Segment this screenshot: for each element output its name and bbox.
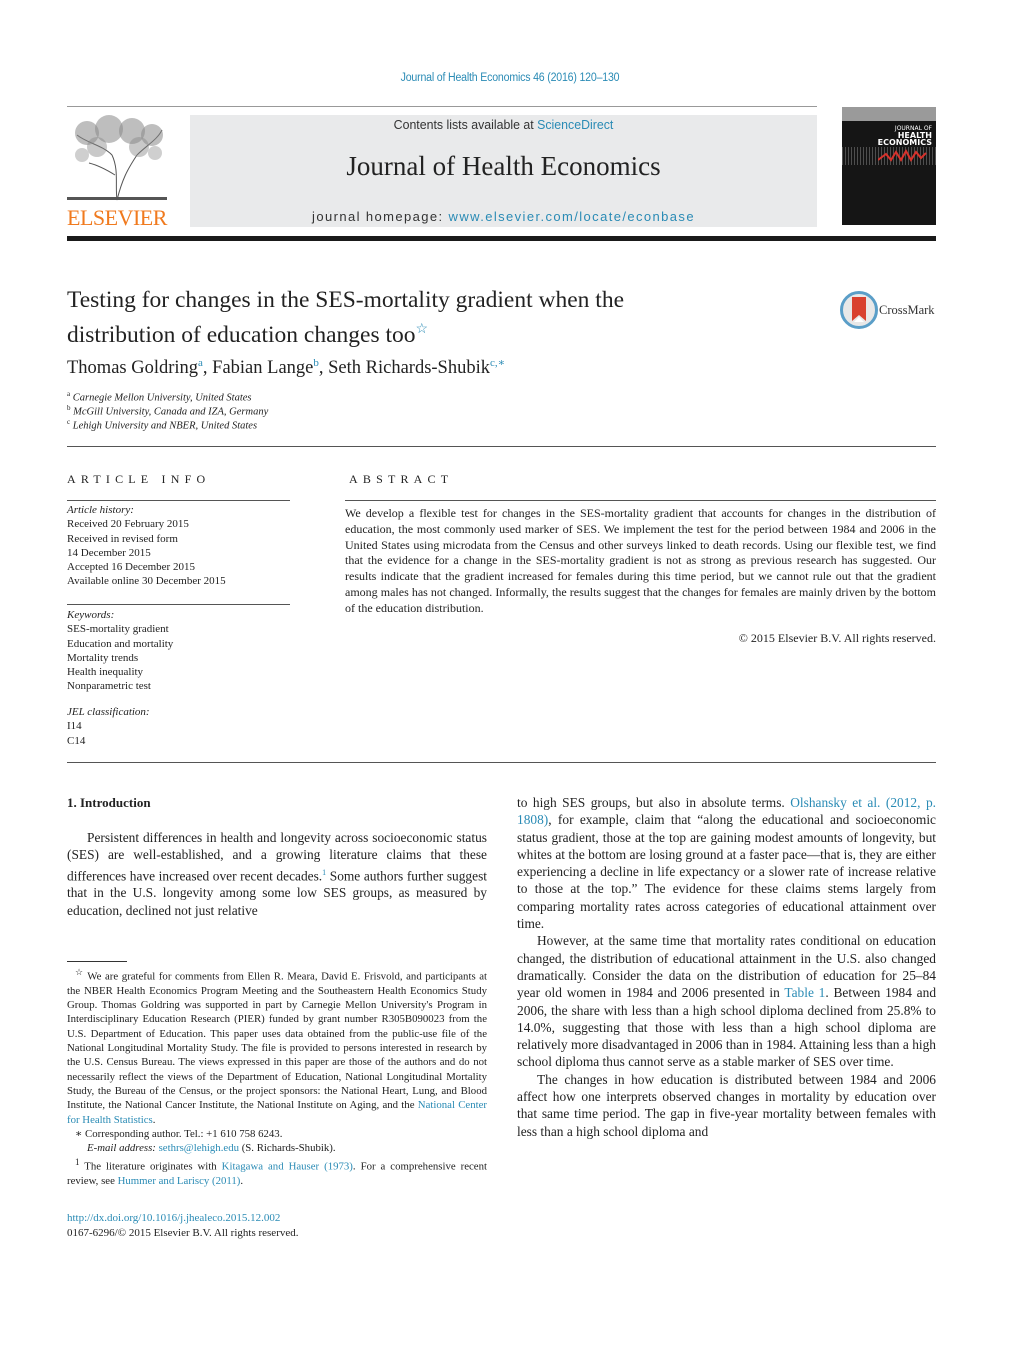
history-item: Available online 30 December 2015 [67, 575, 226, 588]
affiliation: a Carnegie Mellon University, United Sta… [67, 390, 252, 404]
affiliation-marker: a [67, 390, 71, 398]
footnotes: ☆ We are grateful for comments from Elle… [67, 965, 487, 1189]
body-column-right: to high SES groups, but also in absolute… [517, 794, 936, 1140]
star-footnote-icon: ☆ [75, 967, 84, 977]
journal-homepage-link[interactable]: www.elsevier.com/locate/econbase [449, 209, 695, 224]
email-label: E-mail address: [87, 1142, 156, 1155]
affiliation-text: Carnegie Mellon University, United State… [72, 392, 252, 404]
affiliation-marker: c [67, 418, 71, 426]
author-affiliation-marker[interactable]: c,∗ [490, 357, 505, 369]
author-list: Thomas Goldringa, Fabian Langeb, Seth Ri… [67, 357, 506, 378]
paragraph-text: to high SES groups, but also in absolute… [517, 795, 791, 810]
keyword-item: SES-mortality gradient [67, 623, 169, 636]
homepage-line: journal homepage: www.elsevier.com/locat… [190, 209, 817, 224]
history-item: Accepted 16 December 2015 [67, 561, 195, 574]
keywords-label: Keywords: [67, 609, 115, 621]
affiliation-text: McGill University, Canada and IZA, Germa… [73, 406, 269, 418]
affiliation: c Lehigh University and NBER, United Sta… [67, 418, 257, 432]
author-affiliation-marker[interactable]: a [198, 357, 203, 369]
title-footnote-star-icon[interactable]: ☆ [416, 322, 429, 337]
affiliation-text: Lehigh University and NBER, United State… [72, 420, 258, 432]
affiliation: b McGill University, Canada and IZA, Ger… [67, 404, 268, 418]
article-title: Testing for changes in the SES-mortality… [67, 286, 787, 350]
history-item: Received in revised form [67, 532, 178, 545]
keywords: Keywords: SES-mortality gradient Educati… [67, 608, 173, 694]
paragraph: Persistent differences in health and lon… [67, 829, 487, 919]
footnote-text: (S. Richards-Shubik). [239, 1142, 336, 1155]
paragraph: to high SES groups, but also in absolute… [517, 794, 936, 932]
doi-link[interactable]: http://dx.doi.org/10.1016/j.jhealeco.201… [67, 1212, 280, 1224]
contents-line: Contents lists available at ScienceDirec… [206, 117, 802, 132]
footnote-text: We are grateful for comments from Ellen … [67, 970, 487, 1112]
footnote-acknowledgment: ☆ We are grateful for comments from Elle… [67, 965, 487, 1127]
section-heading-introduction: 1. Introduction [67, 795, 151, 810]
footnote-rule [67, 961, 127, 962]
title-line-1: Testing for changes in the SES-mortality… [67, 287, 625, 313]
author-name[interactable]: Thomas Goldring [67, 358, 198, 378]
contents-prefix: Contents lists available at [393, 117, 538, 132]
header-thick-rule [67, 236, 936, 241]
keyword-item: Mortality trends [67, 651, 139, 664]
article-history-label: Article history: [67, 504, 134, 516]
citation-link[interactable]: Kitagawa and Hauser (1973) [222, 1161, 353, 1173]
tree-icon [67, 115, 167, 205]
paragraph: However, at the same time that mortality… [517, 932, 936, 1070]
article-history: Article history: Received 20 February 20… [67, 503, 226, 589]
section-rule [67, 446, 936, 447]
keyword-item: Health inequality [67, 666, 144, 679]
footnote-text: . [152, 1113, 156, 1126]
jel-code: I14 [67, 720, 82, 733]
article-info-heading: ARTICLE INFO [67, 472, 211, 486]
article-info-rule [67, 500, 290, 501]
article-info-rule [67, 604, 290, 605]
doi-block: http://dx.doi.org/10.1016/j.jhealeco.201… [67, 1211, 299, 1241]
table-1-link[interactable]: Table 1 [784, 985, 825, 1000]
abstract-text: We develop a flexible test for changes i… [345, 506, 936, 615]
journal-title: Journal of Health Economics [346, 151, 661, 181]
history-item: Received 20 February 2015 [67, 518, 189, 531]
jel-label: JEL classification: [67, 706, 150, 718]
citation-link[interactable]: Hummer and Lariscy (2011) [118, 1175, 241, 1187]
elsevier-wordmark: ELSEVIER [67, 205, 167, 230]
title-line-2: distribution of education changes too [67, 321, 416, 348]
homepage-prefix: journal homepage: [312, 209, 449, 224]
body-column-left: Persistent differences in health and lon… [67, 829, 487, 919]
journal-cover-thumbnail[interactable]: JOURNAL OF HEALTH ECONOMICS [842, 107, 936, 225]
journal-citation[interactable]: Journal of Health Economics 46 (2016) 12… [41, 72, 979, 84]
footnote-corresponding-author: ∗ Corresponding author. Tel.: +1 610 758… [67, 1127, 487, 1141]
cover-band [842, 107, 936, 121]
footnote-1: 1 The literature originates with Kitagaw… [67, 1155, 487, 1188]
footnote-email: E-mail address: sethrs@lehigh.edu (S. Ri… [67, 1141, 487, 1155]
sciencedirect-link[interactable]: ScienceDirect [537, 117, 613, 132]
paragraph-text: , for example, claim that “along the edu… [517, 812, 936, 932]
abstract-heading: ABSTRACT [349, 472, 454, 486]
crossmark-label[interactable]: CrossMark [879, 303, 935, 318]
section-rule [67, 762, 936, 763]
issn-copyright: 0167-6296/© 2015 Elsevier B.V. All right… [67, 1227, 299, 1239]
keyword-item: Nonparametric test [67, 680, 151, 693]
paragraph: The changes in how education is distribu… [517, 1071, 936, 1139]
author-name[interactable]: Seth Richards-Shubik [328, 358, 490, 378]
footnote-text: Corresponding author. Tel.: +1 610 758 6… [82, 1127, 283, 1140]
author-name[interactable]: Fabian Lange [212, 358, 313, 378]
cover-title-line3: ECONOMICS [877, 138, 932, 147]
abstract-copyright: © 2015 Elsevier B.V. All rights reserved… [738, 631, 936, 645]
author-affiliation-marker[interactable]: b [313, 357, 319, 369]
header-rule [67, 106, 817, 107]
crossmark-icon [840, 291, 878, 329]
jel-code: C14 [67, 734, 86, 747]
footnote-text: . [240, 1175, 244, 1188]
keyword-item: Education and mortality [67, 637, 174, 650]
affiliation-marker: b [67, 404, 71, 412]
abstract-rule [345, 500, 936, 501]
history-item: 14 December 2015 [67, 546, 151, 559]
email-link[interactable]: sethrs@lehigh.edu [159, 1142, 239, 1154]
jel-classification: JEL classification: I14 C14 [67, 705, 150, 748]
cover-wave-icon [878, 148, 927, 162]
footnote-text: The literature originates with [79, 1161, 222, 1174]
